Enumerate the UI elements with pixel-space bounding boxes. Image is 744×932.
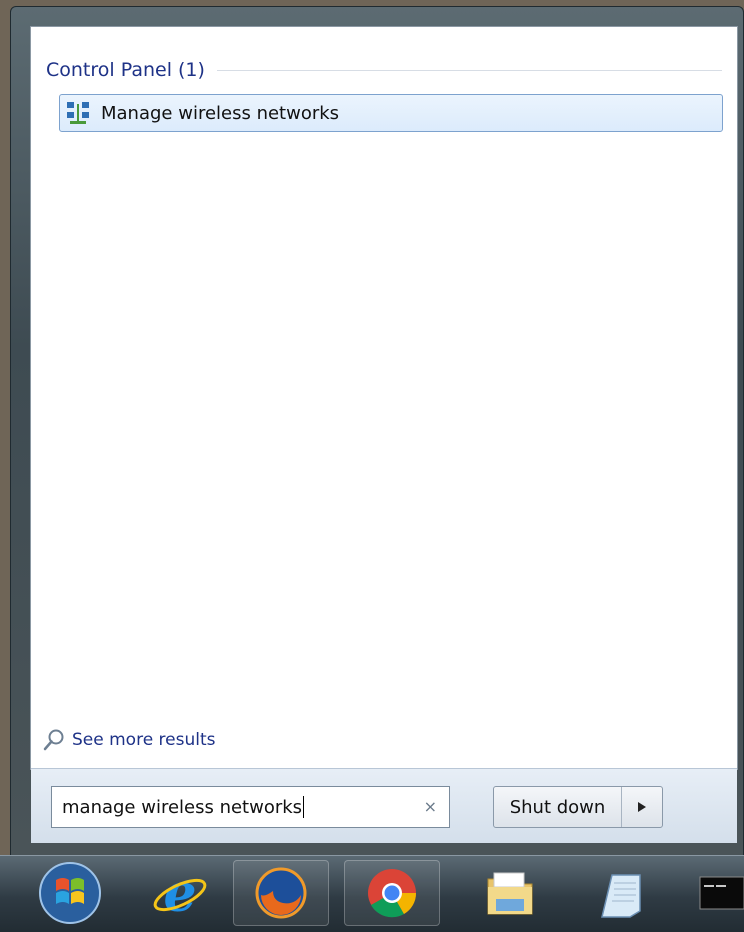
result-item-label: Manage wireless networks (101, 102, 340, 124)
clear-search-icon[interactable]: × (424, 797, 437, 816)
taskbar-firefox[interactable] (233, 860, 329, 926)
search-input-value: manage wireless networks (62, 796, 303, 818)
chevron-right-icon (638, 802, 646, 812)
group-divider (216, 69, 722, 71)
start-button[interactable] (22, 860, 118, 926)
internet-explorer-icon: e (153, 863, 207, 923)
text-caret (303, 796, 305, 818)
taskbar-internet-explorer[interactable]: e (132, 860, 228, 926)
taskbar-command-prompt[interactable] (694, 860, 744, 926)
shutdown-button[interactable]: Shut down (494, 787, 622, 827)
chrome-icon (368, 869, 417, 918)
taskbar-notepad[interactable] (576, 860, 672, 926)
shutdown-button-group: Shut down (493, 786, 663, 828)
see-more-results-label: See more results (72, 730, 216, 750)
start-orb-icon (39, 862, 101, 924)
result-group-header: Control Panel (1) (46, 56, 722, 84)
result-item-manage-wireless-networks[interactable]: Manage wireless networks (59, 94, 723, 132)
notepad-icon (601, 874, 641, 918)
network-icon (67, 102, 89, 124)
group-title[interactable]: Control Panel (1) (46, 59, 205, 81)
search-icon (43, 729, 64, 751)
search-input[interactable]: manage wireless networks × (51, 786, 450, 828)
see-more-results-link[interactable]: See more results (42, 726, 216, 754)
command-prompt-icon (699, 876, 744, 910)
taskbar-chrome[interactable] (344, 860, 440, 926)
search-results-panel (30, 26, 738, 770)
shutdown-options-button[interactable] (622, 787, 662, 827)
taskbar-windows-explorer[interactable] (462, 860, 558, 926)
windows-explorer-icon (487, 872, 533, 915)
svg-text:e: e (163, 863, 196, 923)
firefox-icon (255, 867, 307, 919)
